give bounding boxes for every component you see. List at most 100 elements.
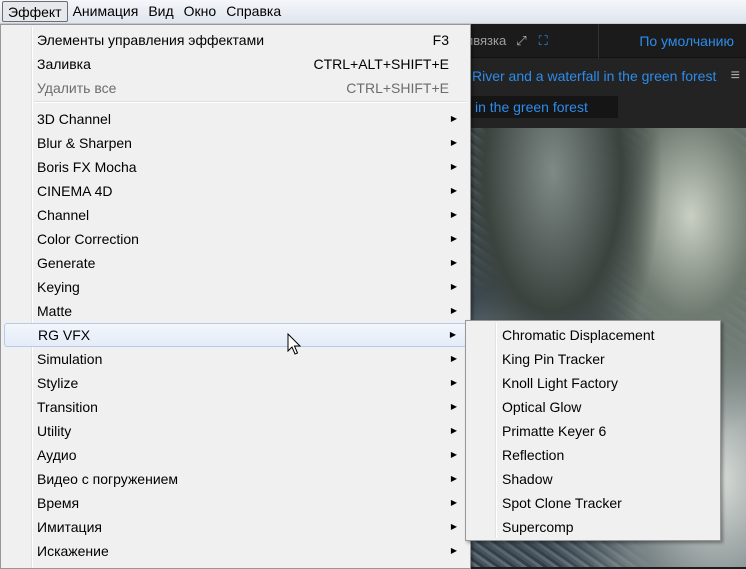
panel-title: River and a waterfall in the green fores… bbox=[472, 68, 717, 84]
menu-item-label: Удалить все bbox=[37, 80, 117, 96]
submenu-item[interactable]: King Pin Tracker bbox=[469, 347, 717, 371]
submenu-item[interactable]: Spot Clone Tracker bbox=[469, 491, 717, 515]
submenu-item[interactable]: Shadow bbox=[469, 467, 717, 491]
mouse-cursor-icon bbox=[287, 333, 302, 355]
menu-bar: Эффект Анимация Вид Окно Справка bbox=[0, 0, 746, 24]
submenu-arrow-icon: ▶ bbox=[450, 306, 457, 315]
menu-item-label: Optical Glow bbox=[502, 399, 582, 415]
menu-item-label: Color Correction bbox=[37, 231, 139, 247]
menu-category-item[interactable]: Simulation ▶ bbox=[4, 347, 467, 371]
workspace-default[interactable]: По умолчанию bbox=[598, 23, 734, 58]
menu-effect[interactable]: Эффект bbox=[2, 1, 68, 22]
submenu-arrow-icon: ▶ bbox=[450, 450, 457, 459]
menu-item-label: Имитация bbox=[37, 519, 102, 535]
menu-item-label: Chromatic Displacement bbox=[502, 327, 655, 343]
menu-item-label: Utility bbox=[37, 423, 72, 439]
submenu-arrow-icon: ▶ bbox=[450, 354, 457, 363]
menu-item-label: King Pin Tracker bbox=[502, 351, 605, 367]
menu-item-label: Искажение bbox=[37, 543, 109, 559]
menu-category-item[interactable]: RG VFX ▶ bbox=[4, 323, 467, 347]
menu-category-item[interactable]: Matte ▶ bbox=[4, 299, 467, 323]
menu-animation[interactable]: Анимация bbox=[68, 1, 144, 22]
menu-view[interactable]: Вид bbox=[143, 1, 178, 22]
snap-label[interactable]: ивязка bbox=[466, 33, 506, 48]
menu-item-label: Время bbox=[37, 495, 80, 511]
menu-separator bbox=[34, 101, 467, 103]
menu-category-item[interactable]: CINEMA 4D ▶ bbox=[4, 179, 467, 203]
submenu-arrow-icon: ▶ bbox=[450, 282, 457, 291]
submenu-arrow-icon: ▶ bbox=[450, 234, 457, 243]
submenu-arrow-icon: ▶ bbox=[450, 378, 457, 387]
menu-help[interactable]: Справка bbox=[221, 1, 286, 22]
submenu-item[interactable]: Reflection bbox=[469, 443, 717, 467]
submenu-arrow-icon: ▶ bbox=[450, 162, 457, 171]
submenu-arrow-icon: ▶ bbox=[450, 474, 457, 483]
composition-tab[interactable]: in the green forest bbox=[470, 96, 618, 118]
menu-category-item[interactable]: Generate ▶ bbox=[4, 251, 467, 275]
menu-window[interactable]: Окно bbox=[179, 1, 222, 22]
menu-category-item[interactable]: Видео с погружением ▶ bbox=[4, 467, 467, 491]
menu-item-label: Stylize bbox=[37, 375, 79, 391]
submenu-item[interactable]: Knoll Light Factory bbox=[469, 371, 717, 395]
effect-menu: Элементы управления эффектами F3 Заливка CT… bbox=[0, 24, 471, 569]
menu-item-label: Generate bbox=[37, 255, 96, 271]
snap-arrow-icon[interactable]: ⤢ bbox=[516, 33, 526, 49]
menu-item-label: RG VFX bbox=[38, 327, 91, 343]
menu-item-label: Spot Clone Tracker bbox=[502, 495, 622, 511]
menu-item-label: 3D Channel bbox=[37, 111, 111, 127]
menu-category-item[interactable]: Color Correction ▶ bbox=[4, 227, 467, 251]
shortcut-label: CTRL+ALT+SHIFT+E bbox=[313, 56, 449, 72]
submenu-arrow-icon: ▶ bbox=[450, 522, 457, 531]
submenu-arrow-icon: ▶ bbox=[450, 258, 457, 267]
submenu-arrow-icon: ▶ bbox=[450, 114, 457, 123]
menu-category-item[interactable]: Искажение ▶ bbox=[4, 539, 467, 563]
submenu-arrow-icon: ▶ bbox=[449, 330, 456, 339]
menu-item-label: Transition bbox=[37, 399, 98, 415]
menu-item-label: Keying bbox=[37, 279, 80, 295]
menu-item-label: Заливка bbox=[37, 56, 91, 72]
submenu-item[interactable]: Optical Glow bbox=[469, 395, 717, 419]
menu-category-item[interactable]: Blur & Sharpen ▶ bbox=[4, 131, 467, 155]
submenu-arrow-icon: ▶ bbox=[450, 402, 457, 411]
menu-item-0[interactable]: Элементы управления эффектами F3 bbox=[4, 28, 467, 52]
menu-item-label: Primatte Keyer 6 bbox=[502, 423, 607, 439]
menu-item-label: Supercomp bbox=[502, 519, 574, 535]
shortcut-label: CTRL+SHIFT+E bbox=[346, 80, 449, 96]
menu-item-label: Channel bbox=[37, 207, 90, 223]
menu-category-item[interactable]: 3D Channel ▶ bbox=[4, 107, 467, 131]
submenu-item[interactable]: Chromatic Displacement bbox=[469, 323, 717, 347]
menu-item-label: Видео с погружением bbox=[37, 471, 179, 487]
submenu-arrow-icon: ▶ bbox=[450, 426, 457, 435]
menu-category-item[interactable]: Время ▶ bbox=[4, 491, 467, 515]
menu-category-item[interactable]: Stylize ▶ bbox=[4, 371, 467, 395]
submenu-item[interactable]: Primatte Keyer 6 bbox=[469, 419, 717, 443]
menu-item-label: Аудио bbox=[37, 447, 77, 463]
menu-category-item[interactable]: Имитация ▶ bbox=[4, 515, 467, 539]
menu-category-item[interactable]: Utility ▶ bbox=[4, 419, 467, 443]
menu-category-item[interactable]: Channel ▶ bbox=[4, 203, 467, 227]
submenu-item[interactable]: Supercomp bbox=[469, 515, 717, 539]
frame-target-icon[interactable]: ⛶ bbox=[539, 33, 548, 49]
menu-item-label: CINEMA 4D bbox=[37, 183, 113, 199]
menu-item-label: Boris FX Mocha bbox=[37, 159, 137, 175]
submenu-arrow-icon: ▶ bbox=[450, 546, 457, 555]
menu-category-item[interactable]: Аудио ▶ bbox=[4, 443, 467, 467]
menu-item-label: Элементы управления эффектами bbox=[37, 32, 265, 48]
menu-item-label: Shadow bbox=[502, 471, 553, 487]
shortcut-label: F3 bbox=[432, 32, 449, 48]
menu-category-item[interactable]: Transition ▶ bbox=[4, 395, 467, 419]
hamburger-menu-icon[interactable]: ≡ bbox=[731, 67, 740, 85]
menu-item-label: Knoll Light Factory bbox=[502, 375, 618, 391]
submenu-arrow-icon: ▶ bbox=[450, 138, 457, 147]
toolbar: ивязка ⤢ ⛶ По умолчанию bbox=[466, 23, 746, 58]
menu-item-2[interactable]: Удалить все CTRL+SHIFT+E bbox=[4, 76, 467, 100]
menu-item-label: Reflection bbox=[502, 447, 565, 463]
submenu-arrow-icon: ▶ bbox=[450, 186, 457, 195]
menu-item-1[interactable]: Заливка CTRL+ALT+SHIFT+E bbox=[4, 52, 467, 76]
menu-item-label: Simulation bbox=[37, 351, 103, 367]
rg-vfx-submenu: Chromatic Displacement King Pin Tracker Kn… bbox=[465, 320, 721, 541]
menu-category-item[interactable]: Keying ▶ bbox=[4, 275, 467, 299]
menu-category-item[interactable]: Boris FX Mocha ▶ bbox=[4, 155, 467, 179]
submenu-arrow-icon: ▶ bbox=[450, 498, 457, 507]
submenu-arrow-icon: ▶ bbox=[450, 210, 457, 219]
